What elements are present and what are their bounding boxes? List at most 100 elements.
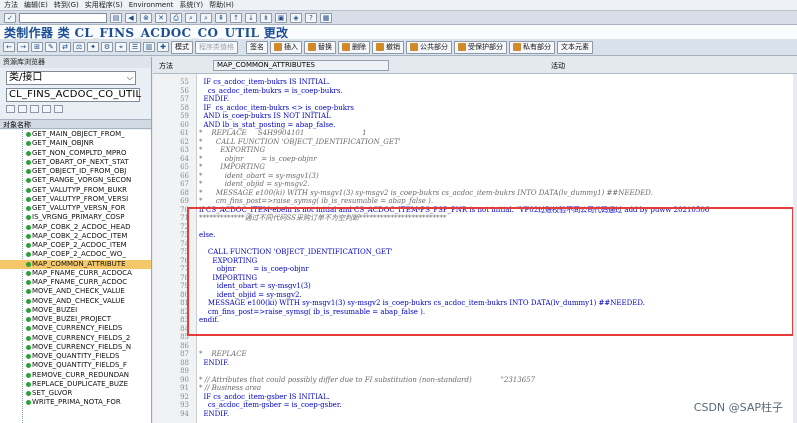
other-object-icon[interactable]: ⊞	[31, 42, 43, 52]
enhance-icon[interactable]: ✚	[157, 42, 169, 52]
tree-item[interactable]: REPLACE_DUPLICATE_BUZE	[0, 380, 151, 389]
tree-item[interactable]: MOVE_QUANTITY_FIELDS	[0, 352, 151, 361]
find-next-icon[interactable]: ⌕	[200, 12, 212, 23]
code-line: 69 * cm_fins_post=>raise_symsg( ib_is_res…	[153, 197, 793, 206]
menu-item[interactable]: Environment	[129, 1, 174, 9]
tree-item[interactable]: GET_NON_COMPLTD_MPRO	[0, 149, 151, 158]
menu-item[interactable]: 系统(Y)	[179, 0, 203, 10]
object-list-icon[interactable]: ☰	[129, 42, 141, 52]
tree-item[interactable]: MOVE_QUANTITY_FIELDS_F	[0, 361, 151, 370]
line-number: 88	[180, 358, 189, 367]
code-line: 86	[153, 342, 793, 351]
menu-item[interactable]: 转到(G)	[54, 0, 79, 10]
tree-item[interactable]: MOVE_CURRENCY_FIELDS_N	[0, 343, 151, 352]
tree-item[interactable]: MAP_FNAME_CURR_ACDOCA	[0, 269, 151, 278]
tree-item[interactable]: MOVE_CURRENCY_FIELDS_2	[0, 334, 151, 343]
cancel-icon[interactable]: ✕	[155, 12, 167, 23]
tree-item[interactable]: IS_VRGNG_PRIMARY_COSP	[0, 213, 151, 222]
tree-item[interactable]: GET_OBJECT_ID_FROM_OBJ	[0, 167, 151, 176]
code-text: ENDIF.	[199, 409, 230, 418]
method-name-field: MAP_COMMON_ATTRIBUTES	[213, 60, 389, 71]
text-elements-button[interactable]: 文本元素	[557, 40, 593, 54]
tree-item[interactable]: MAP_COBK_2_ACDOC_HEAD	[0, 223, 151, 232]
tree-item[interactable]: GET_OBART_OF_NEXT_STAT	[0, 158, 151, 167]
display-icon[interactable]	[6, 105, 15, 113]
code-text: AND is_coep-bukrs IS NOT INITIAL	[199, 112, 331, 120]
exit-icon[interactable]: ⊗	[140, 12, 152, 23]
line-number: 69	[180, 197, 189, 205]
test-icon[interactable]: ⚙	[101, 42, 113, 52]
tree-item[interactable]: GET_MAIN_OBJNR	[0, 139, 151, 148]
tree-item[interactable]: GET_MAIN_OBJECT_FROM_	[0, 130, 151, 139]
tree-item[interactable]: MAP_COBK_2_ACDOC_ITEM	[0, 232, 151, 241]
object-name-input[interactable]: CL_FINS_ACDOC_CO_UTIL	[6, 88, 141, 102]
command-field[interactable]	[19, 12, 107, 23]
display-change-icon[interactable]: ✎	[45, 42, 57, 52]
back-arrow-icon[interactable]: ←	[3, 42, 15, 52]
back-icon[interactable]: ◀	[125, 12, 137, 23]
pretty-printer-button[interactable]: 程序类值格	[195, 40, 238, 54]
next-page-icon[interactable]: ↓	[245, 12, 257, 23]
tree-item[interactable]: SET_GLVOR	[0, 389, 151, 398]
insert-button[interactable]: 插入	[270, 40, 302, 54]
prev-page-icon[interactable]: ↑	[230, 12, 242, 23]
history-icon[interactable]	[54, 105, 63, 113]
object-name-column-header: 对象名称	[0, 119, 151, 129]
navigation-window-icon[interactable]: ▥	[143, 42, 155, 52]
tree-item[interactable]: MOVE_CURRENCY_FIELDS	[0, 324, 151, 333]
line-number: 86	[180, 341, 189, 350]
layout-icon[interactable]: ▦	[320, 12, 332, 23]
delete-icon	[342, 43, 350, 51]
pattern-button[interactable]: 模式	[171, 40, 193, 54]
vertical-scrollbar[interactable]	[793, 74, 797, 423]
tree-icon[interactable]	[42, 105, 51, 113]
public-section-button[interactable]: 公共部分	[406, 40, 452, 54]
private-section-button[interactable]: 私有部分	[509, 40, 555, 54]
replace-button[interactable]: 替换	[304, 40, 336, 54]
refresh-icon[interactable]	[18, 105, 27, 113]
tree-item[interactable]: MAP_COEP_2_ACDOC_WO_	[0, 250, 151, 259]
tree-item[interactable]: GET_VALUTYP_FROM_VERSI	[0, 195, 151, 204]
tree-item[interactable]: GET_VALUTYP_VERSN_FOR	[0, 204, 151, 213]
activate-icon[interactable]: ✦	[87, 42, 99, 52]
forward-arrow-icon[interactable]: →	[17, 42, 29, 52]
menu-item[interactable]: 帮助(H)	[209, 0, 234, 10]
up-icon[interactable]	[30, 105, 39, 113]
check-syntax-icon[interactable]: ⚖	[73, 42, 85, 52]
tree-item[interactable]: GET_VALUTYP_FROM_BUKR	[0, 186, 151, 195]
object-type-value: 类/接口	[9, 72, 43, 83]
tree-item[interactable]: MOVE_AND_CHECK_VALUE	[0, 297, 151, 306]
last-page-icon[interactable]: ⇟	[260, 12, 272, 23]
new-session-icon[interactable]: ▣	[275, 12, 287, 23]
object-type-select[interactable]: 类/接口 ⌵	[6, 71, 136, 85]
tree-item[interactable]: WRITE_PRIMA_NOTA_FOR	[0, 398, 151, 407]
first-page-icon[interactable]: ⇞	[215, 12, 227, 23]
tree-item[interactable]: REMOVE_CURR_REDUNDAN	[0, 371, 151, 380]
shortcut-icon[interactable]: ◈	[290, 12, 302, 23]
undo-button[interactable]: 撤销	[372, 40, 404, 54]
active-inactive-icon[interactable]: ⇄	[59, 42, 71, 52]
tree-item[interactable]: MOVE_BUZEI_PROJECT	[0, 315, 151, 324]
tree-item[interactable]: MOVE_AND_CHECK_VALUE	[0, 287, 151, 296]
tree-item[interactable]: MAP_COEP_2_ACDOC_ITEM	[0, 241, 151, 250]
window-title-bar: 类制作器 类 CL_FINS_ACDOC_CO_UTIL 更改	[0, 25, 797, 40]
menu-item[interactable]: 实用程序(S)	[85, 0, 123, 10]
where-used-icon[interactable]: ⌖	[115, 42, 127, 52]
check-icon[interactable]: ✓	[4, 12, 16, 23]
delete-button[interactable]: 删除	[338, 40, 370, 54]
print-icon[interactable]: ⎙	[170, 12, 182, 23]
protected-section-button[interactable]: 受保护部分	[454, 40, 507, 54]
tree-item[interactable]: MOVE_BUZEI	[0, 306, 151, 315]
menu-item[interactable]: 编辑(E)	[24, 0, 48, 10]
tree-item[interactable]: MAP_COMMON_ATTRIBUTE	[0, 259, 151, 269]
method-status: 活动	[551, 62, 565, 70]
tree-item[interactable]: GET_RANGE_VORGN_SECON	[0, 176, 151, 185]
signature-button[interactable]: 签名	[246, 40, 268, 54]
tree-item[interactable]: MAP_FNAME_CURR_ACDOC	[0, 278, 151, 287]
help-icon[interactable]: ?	[305, 12, 317, 23]
private-section-icon	[513, 43, 521, 51]
save-icon[interactable]: ▤	[110, 12, 122, 23]
find-icon[interactable]: ⌕	[185, 12, 197, 23]
chevron-down-icon[interactable]: ⌵	[127, 72, 133, 84]
menu-item[interactable]: 方法	[4, 0, 18, 10]
